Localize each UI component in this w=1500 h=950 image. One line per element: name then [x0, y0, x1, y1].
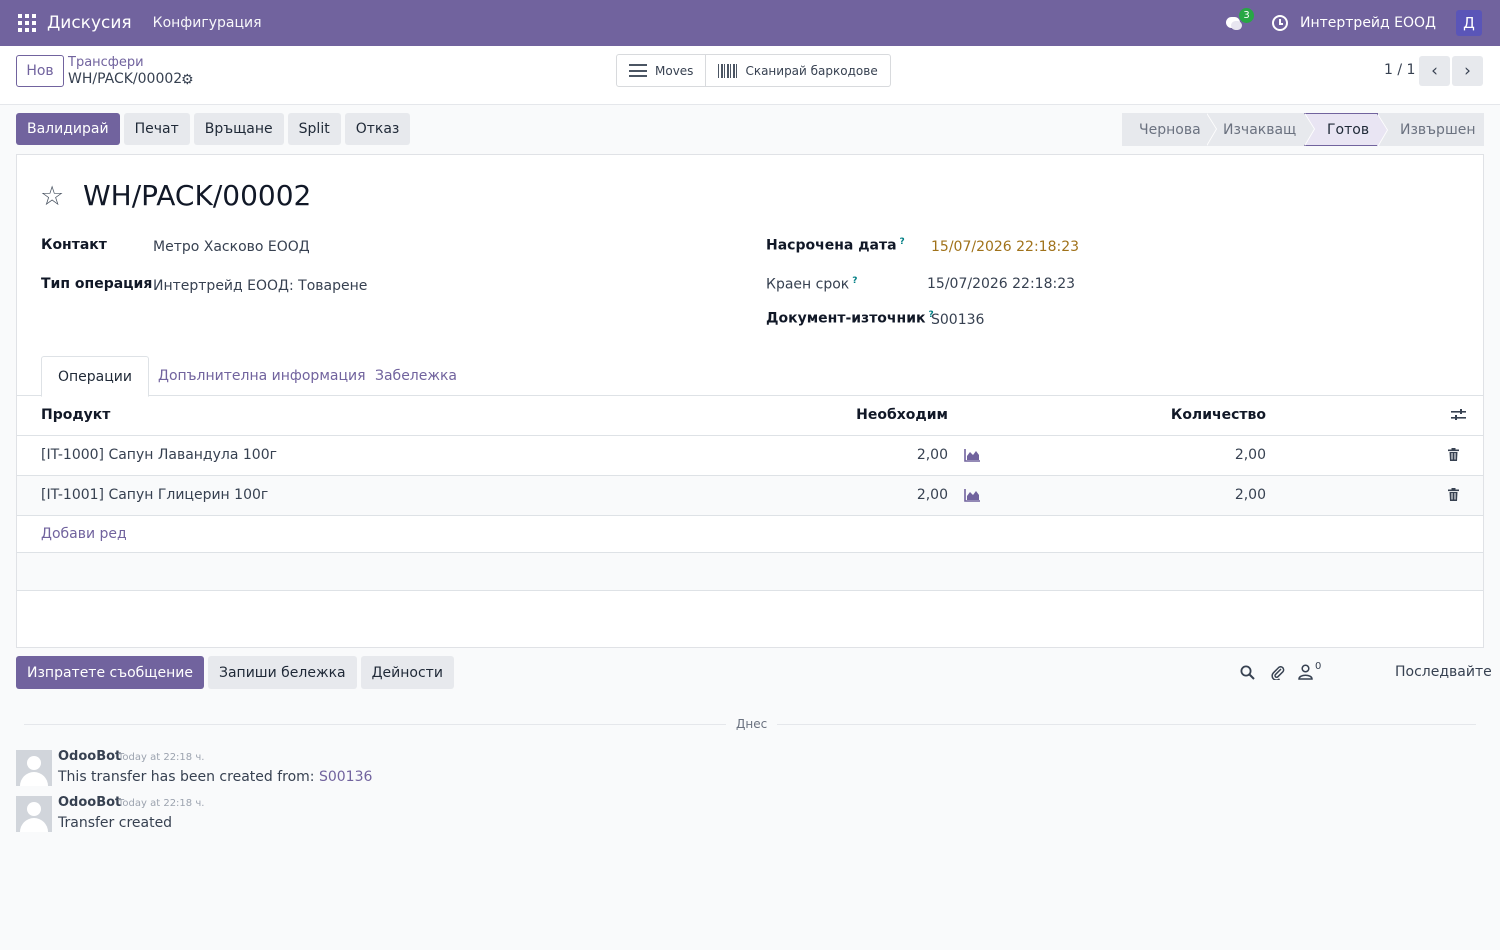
tab-note[interactable]: Забележка — [359, 356, 473, 396]
message-author[interactable]: OdooBot — [58, 795, 121, 810]
user-avatar[interactable]: Д — [1456, 10, 1482, 36]
scan-barcodes-label: Сканирай баркодове — [745, 63, 878, 78]
smart-buttons: Moves Сканирай баркодове — [616, 54, 891, 87]
forecast-chart-icon[interactable] — [964, 449, 981, 462]
message-body: Transfer created — [58, 815, 173, 831]
source-document-field[interactable]: S00136 — [931, 312, 984, 328]
source-document-label: Документ-източник? — [766, 310, 934, 327]
message-time: Today at 22:18 ч. — [118, 798, 205, 809]
contact-field[interactable]: Метро Хасково ЕООД — [153, 239, 310, 255]
menu-configuration[interactable]: Конфигурация — [153, 15, 262, 31]
apps-grid-icon[interactable] — [18, 14, 36, 32]
help-icon[interactable]: ? — [900, 237, 905, 247]
action-buttons: Валидирай Печат Връщане Split Отказ — [16, 113, 414, 145]
status-bar: Чернова Изчакващ Готов Извършен — [1122, 113, 1484, 147]
scan-barcodes-button[interactable]: Сканирай баркодове — [705, 55, 889, 86]
chat-count-badge: 3 — [1239, 8, 1254, 23]
message-body: This transfer has been created from: S00… — [58, 769, 373, 785]
table-header: Продукт Необходим Количество — [17, 396, 1483, 436]
breadcrumb-parent[interactable]: Трансфери — [68, 55, 144, 70]
followers-count: 0 — [1315, 661, 1322, 672]
company-switcher[interactable]: Интертрейд ЕООД — [1300, 15, 1436, 31]
status-draft[interactable]: Чернова — [1122, 113, 1217, 146]
paperclip-icon[interactable] — [1270, 664, 1286, 680]
product-cell[interactable]: [IT-1000] Сапун Лавандула 100г — [41, 447, 277, 463]
forecast-chart-icon[interactable] — [964, 489, 981, 502]
log-note-button[interactable]: Запиши бележка — [207, 656, 357, 689]
demand-cell[interactable]: 2,00 — [917, 487, 948, 503]
table-row[interactable]: [IT-1000] Сапун Лавандула 100г 2,00 2,00 — [17, 436, 1483, 476]
send-message-button[interactable]: Изпратете съобщение — [16, 656, 204, 689]
quantity-cell[interactable]: 2,00 — [1235, 487, 1266, 503]
operation-type-label: Тип операция — [41, 276, 153, 292]
gear-icon[interactable]: ⚙ — [181, 72, 194, 88]
deadline-label: Краен срок? — [766, 276, 858, 293]
activities-button[interactable]: Дейности — [360, 656, 454, 689]
cancel-button[interactable]: Отказ — [344, 113, 411, 145]
scheduled-date-field[interactable]: 15/07/2026 22:18:23 — [931, 239, 1079, 255]
print-button[interactable]: Печат — [123, 113, 190, 145]
status-draft-label: Чернова — [1139, 121, 1201, 138]
pager-next-button[interactable]: › — [1452, 56, 1483, 86]
table-row[interactable]: [IT-1001] Сапун Глицерин 100г 2,00 2,00 — [17, 476, 1483, 516]
demand-cell[interactable]: 2,00 — [917, 447, 948, 463]
add-line-row — [17, 515, 1483, 553]
star-icon[interactable]: ☆ — [40, 181, 64, 212]
message-author[interactable]: OdooBot — [58, 749, 121, 764]
record-title: WH/PACK/00002 — [83, 179, 312, 212]
new-button[interactable]: Нов — [16, 55, 64, 87]
deadline-field[interactable]: 15/07/2026 22:18:23 — [927, 276, 1075, 292]
status-done[interactable]: Извършен — [1378, 113, 1484, 146]
contact-label: Контакт — [41, 237, 107, 253]
tab-additional-info[interactable]: Допълнителна информация — [142, 356, 382, 396]
day-separator-label: Днес — [726, 717, 778, 731]
chat-icon[interactable]: 3 — [1226, 8, 1254, 32]
moves-button[interactable]: Moves — [617, 55, 705, 86]
barcode-icon — [718, 63, 739, 78]
notebook-tabs: Операции Допълнителна информация Забележ… — [17, 356, 1483, 397]
avatar[interactable] — [16, 796, 52, 832]
activity-clock-icon[interactable] — [1272, 15, 1288, 31]
validate-button[interactable]: Валидирай — [16, 113, 120, 145]
list-icon — [629, 64, 647, 77]
product-cell[interactable]: [IT-1001] Сапун Глицерин 100г — [41, 487, 268, 503]
status-ready-label: Готов — [1327, 121, 1370, 138]
col-quantity[interactable]: Количество — [1171, 407, 1266, 423]
top-navbar: Дискусия Конфигурация 3 Интертрейд ЕООД … — [0, 0, 1500, 46]
search-icon[interactable] — [1240, 665, 1255, 680]
status-done-label: Извършен — [1400, 121, 1476, 138]
status-waiting-label: Изчакващ — [1223, 121, 1297, 138]
navbar-systray: 3 Интертрейд ЕООД Д — [1226, 0, 1500, 46]
pager-previous-button[interactable]: ‹ — [1419, 56, 1450, 86]
followers-icon[interactable] — [1298, 664, 1313, 680]
trash-icon[interactable] — [1448, 488, 1459, 501]
quantity-cell[interactable]: 2,00 — [1235, 447, 1266, 463]
empty-row — [17, 553, 1483, 591]
scheduled-date-label: Насрочена дата? — [766, 237, 905, 254]
moves-label: Moves — [655, 63, 694, 78]
status-waiting[interactable]: Изчакващ — [1206, 113, 1315, 146]
optional-columns-icon[interactable] — [1451, 408, 1466, 422]
trash-icon[interactable] — [1448, 448, 1459, 461]
help-icon[interactable]: ? — [852, 276, 857, 286]
breadcrumb-current: WH/PACK/00002 — [68, 71, 183, 87]
tab-operations[interactable]: Операции — [41, 356, 149, 397]
follow-button[interactable]: Последвайте — [1395, 664, 1492, 680]
return-button[interactable]: Връщане — [193, 113, 284, 145]
pager-value[interactable]: 1 / 1 — [1384, 62, 1415, 78]
control-panel: Нов Трансфери WH/PACK/00002 ⚙ Moves Скан… — [0, 46, 1500, 105]
avatar[interactable] — [16, 750, 52, 786]
status-ready[interactable]: Готов — [1304, 113, 1388, 147]
source-order-link[interactable]: S00136 — [319, 769, 372, 785]
col-product[interactable]: Продукт — [41, 407, 110, 423]
app-name[interactable]: Дискусия — [47, 13, 132, 33]
split-button[interactable]: Split — [287, 113, 341, 145]
message-time: Today at 22:18 ч. — [118, 752, 205, 763]
form-sheet: ☆ WH/PACK/00002 Контакт Метро Хасково ЕО… — [16, 154, 1484, 648]
chatter-buttons: Изпратете съобщение Запиши бележка Дейно… — [16, 656, 458, 689]
operation-type-field[interactable]: Интертрейд ЕООД: Товарене — [153, 278, 367, 294]
col-demand[interactable]: Необходим — [856, 407, 948, 423]
